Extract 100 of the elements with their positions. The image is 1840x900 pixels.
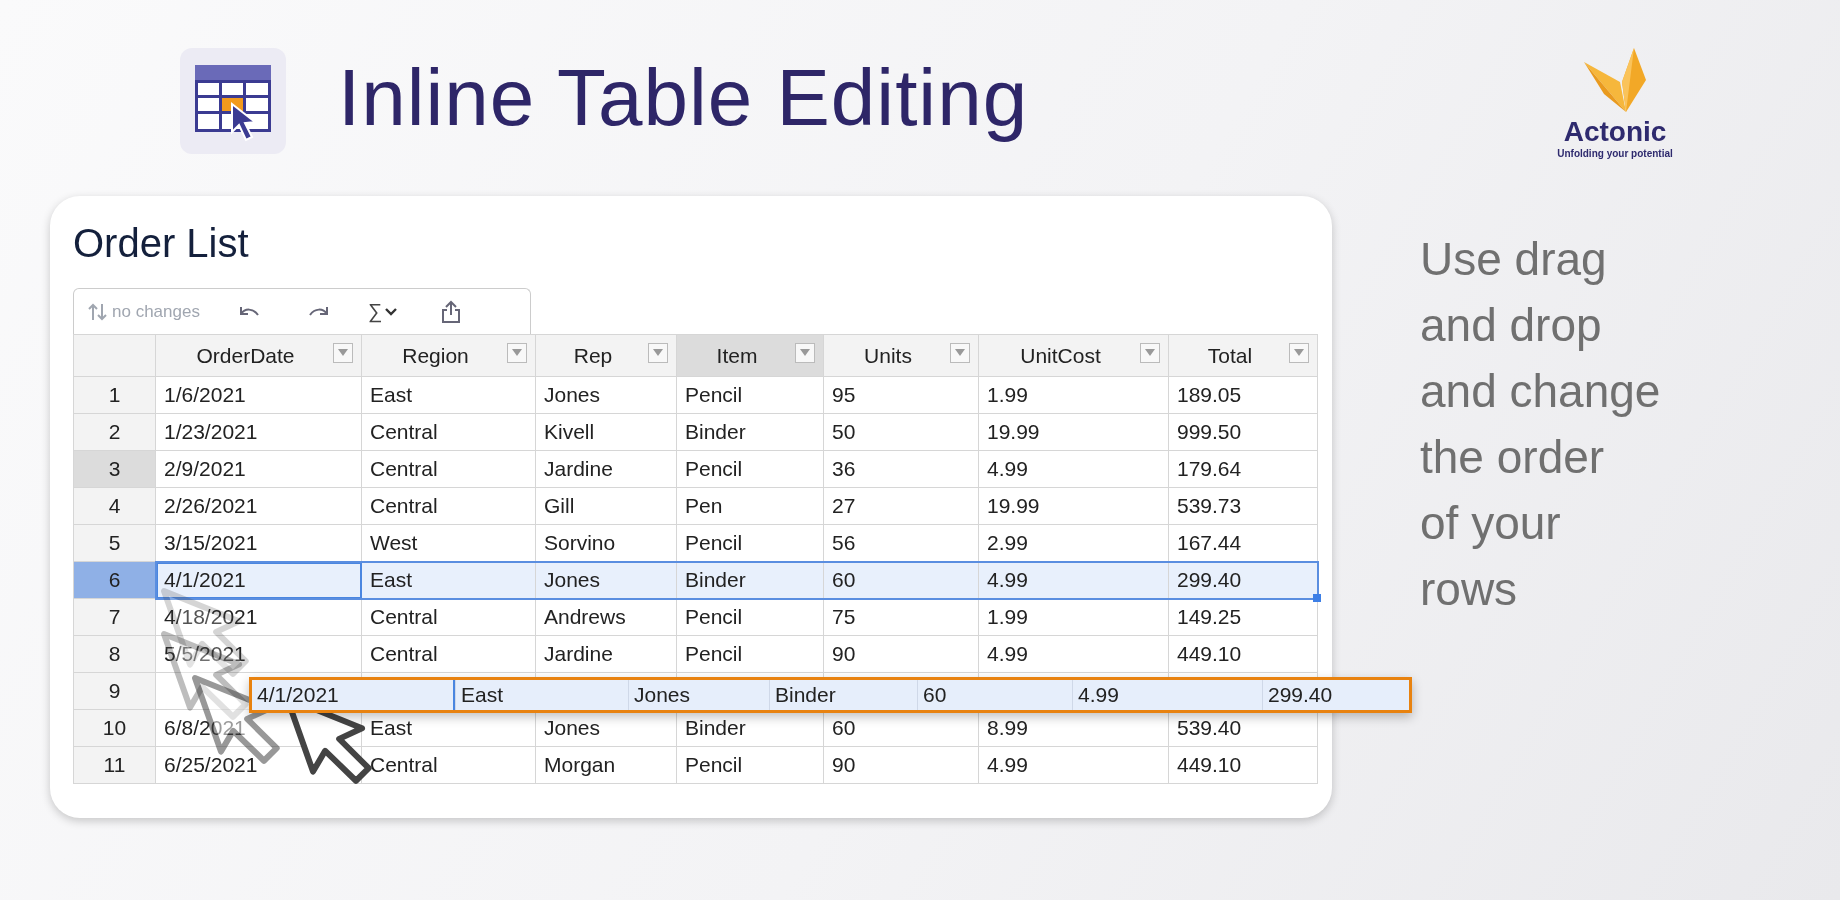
table-cell: 27 [823, 487, 979, 525]
table-cell: East [361, 376, 536, 414]
description-text: Use drag and drop and change the order of your rows [1420, 232, 1662, 617]
table-cell: Jones [535, 561, 677, 599]
table-cell: Kivell [535, 413, 677, 451]
filter-button[interactable] [648, 343, 668, 363]
table-cell: 1/6/2021 [155, 376, 362, 414]
row-number[interactable]: 5 [73, 524, 156, 562]
row-number[interactable]: 10 [73, 709, 156, 747]
table-cell: 36 [823, 450, 979, 488]
table-cell: 4/1/2021 [252, 680, 455, 710]
table-cell: Central [361, 413, 536, 451]
table-cell: 1/23/2021 [155, 413, 362, 451]
table-cell: 4.99 [978, 561, 1169, 599]
share-icon [441, 299, 462, 324]
table-cell: Jardine [535, 635, 677, 673]
row-number[interactable]: 7 [73, 598, 156, 636]
table-cell: 999.50 [1168, 413, 1318, 451]
table-cell: 539.73 [1168, 487, 1318, 525]
table-cell: Andrews [535, 598, 677, 636]
table-cell: Jones [628, 680, 769, 710]
table-cell: 299.40 [1262, 680, 1409, 710]
sort-arrows-icon [88, 302, 108, 321]
row-number[interactable]: 3 [73, 450, 156, 488]
table-cell: 449.10 [1168, 635, 1318, 673]
filter-arrow-icon [955, 349, 965, 357]
column-header[interactable]: OrderDate [155, 334, 362, 377]
filter-button[interactable] [1289, 343, 1309, 363]
filter-arrow-icon [1294, 349, 1304, 357]
table-cell: Binder [676, 561, 824, 599]
table-cell: Pencil [676, 376, 824, 414]
table-cell: 4.99 [978, 450, 1169, 488]
table-cell: 95 [823, 376, 979, 414]
filter-arrow-icon [512, 349, 522, 357]
table-cell: 449.10 [1168, 746, 1318, 784]
table-cell: 4.99 [978, 746, 1169, 784]
table-cell: Central [361, 635, 536, 673]
filter-button[interactable] [795, 343, 815, 363]
table-cell: Jones [535, 376, 677, 414]
row-number[interactable]: 8 [73, 635, 156, 673]
row-number[interactable]: 2 [73, 413, 156, 451]
table-cell: 4.99 [1072, 680, 1262, 710]
card-title: Order List [73, 220, 250, 267]
share-button[interactable] [441, 299, 462, 324]
row-number[interactable]: 6 [73, 561, 156, 599]
table-cell: Pencil [676, 635, 824, 673]
table-cell: 189.05 [1168, 376, 1318, 414]
dragged-row[interactable]: 4/1/2021 East Jones Binder 60 4.99 299.40 [249, 677, 1412, 713]
row-number[interactable]: 11 [73, 746, 156, 784]
table-cell: 4/1/2021 [155, 561, 362, 599]
table-cell: Binder [769, 680, 917, 710]
table-cell: East [455, 680, 628, 710]
row-number[interactable]: 4 [73, 487, 156, 525]
column-header[interactable]: Region [361, 334, 536, 377]
change-status: no changes [112, 301, 200, 322]
filter-arrow-icon [653, 349, 663, 357]
table-cell: 60 [823, 561, 979, 599]
table-cursor-icon [180, 48, 286, 154]
page-title: Inline Table Editing [338, 52, 1029, 144]
table-cell: 5/5/2021 [155, 635, 362, 673]
table-cell: 75 [823, 598, 979, 636]
folded-wing-logo-icon [1582, 48, 1648, 114]
table-cell: 179.64 [1168, 450, 1318, 488]
table-cell: 4.99 [978, 635, 1169, 673]
filter-arrow-icon [1145, 349, 1155, 357]
logo-name: Actonic [1563, 116, 1667, 148]
column-header[interactable]: Total [1168, 334, 1318, 377]
filter-button[interactable] [950, 343, 970, 363]
table-cell: Central [361, 598, 536, 636]
table-cell: Gill [535, 487, 677, 525]
fill-handle[interactable] [1313, 594, 1321, 602]
table-cell: 19.99 [978, 413, 1169, 451]
table-cell: Morgan [535, 746, 677, 784]
table-cell: Pencil [676, 598, 824, 636]
table-cell: Pencil [676, 746, 824, 784]
row-number[interactable]: 1 [73, 376, 156, 414]
filter-button[interactable] [333, 343, 353, 363]
column-header[interactable]: UnitCost [978, 334, 1169, 377]
logo-tagline: Unfolding your potential [1557, 148, 1673, 159]
column-header[interactable]: Item [676, 334, 824, 377]
table-cell: Central [361, 487, 536, 525]
table-cell: 60 [917, 680, 1072, 710]
column-header[interactable]: Units [823, 334, 979, 377]
table-cell: Pen [676, 487, 824, 525]
chevron-down-icon [385, 307, 398, 316]
table-cell: 4/18/2021 [155, 598, 362, 636]
sum-dropdown-button[interactable]: ∑ [368, 300, 398, 323]
table-cell: 90 [823, 746, 979, 784]
table-cell: 19.99 [978, 487, 1169, 525]
filter-button[interactable] [507, 343, 527, 363]
table-cell: 90 [823, 635, 979, 673]
filter-button[interactable] [1140, 343, 1160, 363]
table-cell: 299.40 [1168, 561, 1318, 599]
table-cell: Pencil [676, 450, 824, 488]
row-number[interactable]: 9 [73, 672, 156, 710]
column-header[interactable]: Rep [535, 334, 677, 377]
table-cell: Jardine [535, 450, 677, 488]
table-cell: 2/9/2021 [155, 450, 362, 488]
table-cell: East [361, 561, 536, 599]
table-cell: 50 [823, 413, 979, 451]
